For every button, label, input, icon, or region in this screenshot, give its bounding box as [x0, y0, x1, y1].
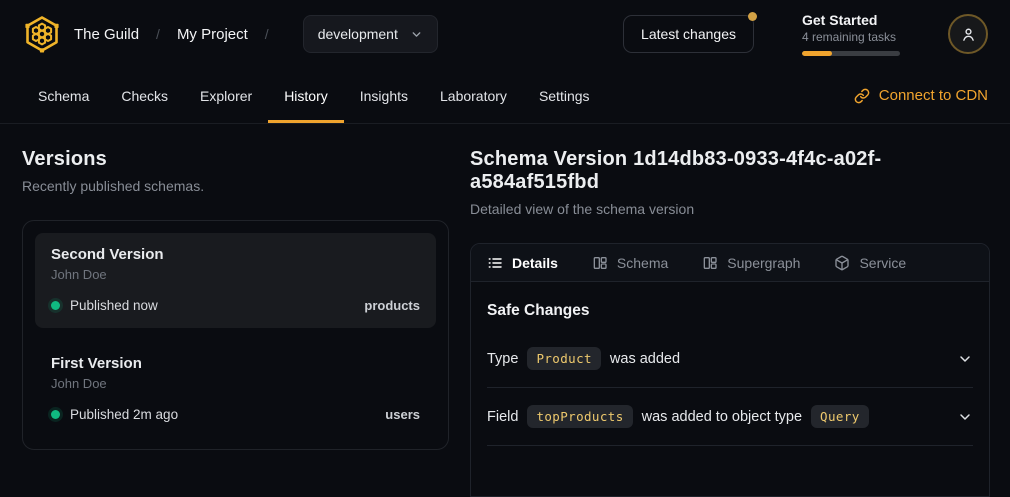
link-icon — [854, 88, 870, 104]
columns-icon — [702, 255, 718, 271]
target-select-value: development — [318, 26, 398, 42]
progress-fill — [802, 51, 832, 56]
breadcrumb-separator: / — [265, 26, 269, 42]
tab-history[interactable]: History — [268, 68, 344, 123]
published-dot-icon — [51, 410, 60, 419]
change-text: was added — [610, 351, 680, 367]
detail-tab-service[interactable]: Service — [834, 255, 906, 271]
detail-tabs: Details Schema Sup — [471, 244, 989, 282]
chevron-down-icon[interactable] — [957, 351, 973, 367]
columns-icon — [592, 255, 608, 271]
detail-tab-label: Supergraph — [727, 255, 800, 271]
change-text: Field — [487, 409, 518, 425]
latest-changes-label: Latest changes — [641, 26, 736, 42]
versions-list: Second Version John Doe Published now pr… — [22, 220, 449, 450]
version-status: Published now — [70, 298, 158, 313]
breadcrumb-separator: / — [156, 26, 160, 42]
detail-body: Safe Changes Type Product was added Fiel… — [471, 282, 989, 446]
user-menu-button[interactable] — [948, 14, 988, 54]
published-dot-icon — [51, 301, 60, 310]
detail-tab-label: Service — [859, 255, 906, 271]
tab-settings[interactable]: Settings — [523, 68, 606, 123]
schema-version-title: Schema Version 1d14db83-0933-4f4c-a02f-a… — [470, 148, 990, 194]
version-author: John Doe — [51, 267, 420, 282]
versions-title: Versions — [22, 148, 449, 171]
versions-panel: Versions Recently published schemas. Sec… — [22, 148, 449, 497]
breadcrumb-project[interactable]: My Project — [177, 26, 248, 43]
notification-dot — [748, 12, 757, 21]
code-badge: Query — [811, 405, 869, 428]
list-icon — [487, 255, 503, 271]
version-status-row: Published 2m ago users — [51, 407, 420, 422]
hive-logo-icon[interactable] — [22, 14, 62, 54]
schema-version-detail: Details Schema Sup — [470, 243, 990, 497]
version-list-item[interactable]: Second Version John Doe Published now pr… — [35, 233, 436, 328]
detail-tab-label: Schema — [617, 255, 668, 271]
latest-changes-button[interactable]: Latest changes — [623, 15, 754, 53]
code-badge: topProducts — [527, 405, 632, 428]
tab-laboratory[interactable]: Laboratory — [424, 68, 523, 123]
get-started-widget[interactable]: Get Started 4 remaining tasks — [802, 12, 900, 56]
detail-tab-details[interactable]: Details — [487, 255, 558, 271]
version-list-item[interactable]: First Version John Doe Published 2m ago … — [35, 342, 436, 437]
version-author: John Doe — [51, 376, 420, 391]
header-right: Latest changes Get Started 4 remaining t… — [623, 12, 988, 56]
tab-checks[interactable]: Checks — [105, 68, 184, 123]
versions-subtitle: Recently published schemas. — [22, 178, 449, 194]
schema-version-subtitle: Detailed view of the schema version — [470, 201, 990, 217]
tab-insights[interactable]: Insights — [344, 68, 424, 123]
change-text: was added to object type — [642, 409, 802, 425]
change-text: Type — [487, 351, 518, 367]
version-name: Second Version — [51, 246, 420, 263]
get-started-title: Get Started — [802, 12, 900, 28]
main-nav: Schema Checks Explorer History Insights … — [0, 68, 1010, 124]
code-badge: Product — [527, 347, 600, 370]
version-status-row: Published now products — [51, 298, 420, 313]
tab-schema[interactable]: Schema — [22, 68, 105, 123]
chevron-down-icon — [410, 28, 423, 41]
cube-icon — [834, 255, 850, 271]
get-started-subtitle: 4 remaining tasks — [802, 30, 900, 44]
version-service: products — [364, 298, 420, 313]
main-content: Versions Recently published schemas. Sec… — [0, 124, 1010, 497]
safe-changes-heading: Safe Changes — [487, 302, 973, 320]
tab-explorer[interactable]: Explorer — [184, 68, 268, 123]
version-status: Published 2m ago — [70, 407, 178, 422]
connect-cdn-link[interactable]: Connect to CDN — [854, 68, 988, 123]
chevron-down-icon[interactable] — [957, 409, 973, 425]
detail-tab-schema[interactable]: Schema — [592, 255, 668, 271]
detail-tab-supergraph[interactable]: Supergraph — [702, 255, 800, 271]
app-header: The Guild / My Project / development Lat… — [0, 0, 1010, 68]
detail-tab-label: Details — [512, 255, 558, 271]
change-row[interactable]: Field topProducts was added to object ty… — [487, 388, 973, 446]
target-select[interactable]: development — [303, 15, 438, 53]
change-row[interactable]: Type Product was added — [487, 330, 973, 388]
version-service: users — [385, 407, 420, 422]
user-icon — [960, 26, 977, 43]
connect-cdn-label: Connect to CDN — [879, 87, 988, 104]
breadcrumb-org[interactable]: The Guild — [74, 26, 139, 43]
version-name: First Version — [51, 355, 420, 372]
schema-version-panel: Schema Version 1d14db83-0933-4f4c-a02f-a… — [470, 148, 990, 497]
get-started-progress-bar — [802, 51, 900, 56]
